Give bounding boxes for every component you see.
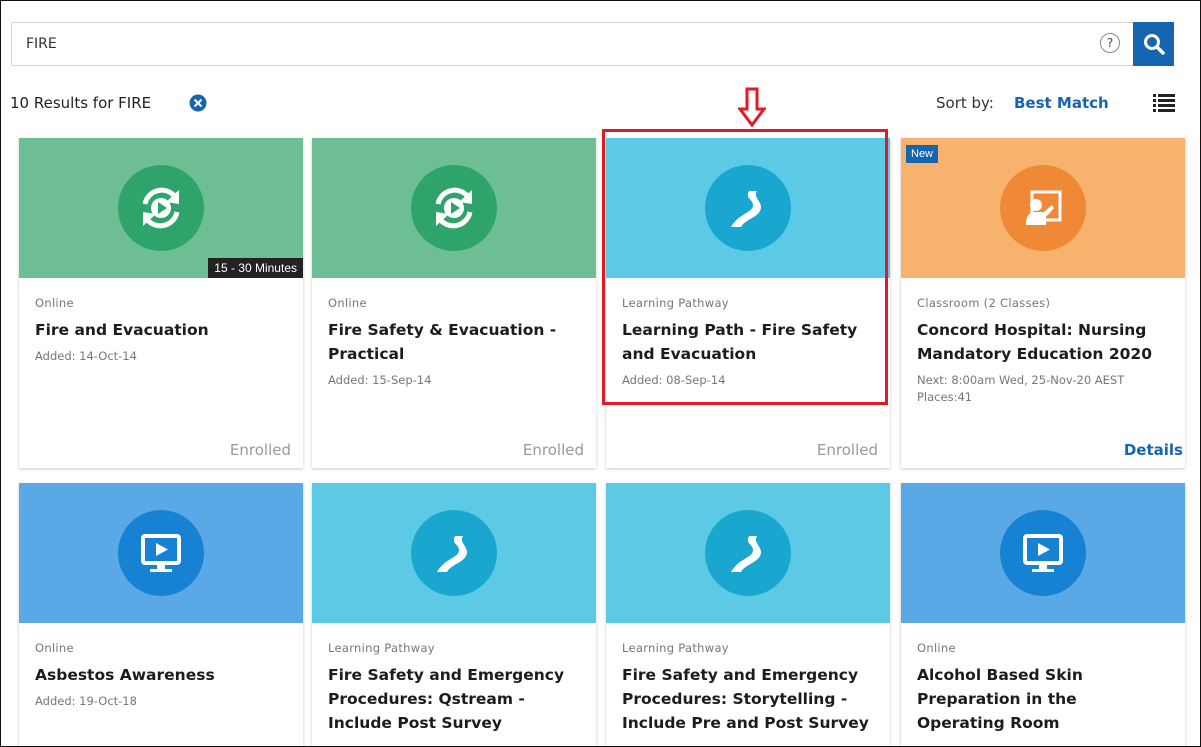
video-monitor-icon [118, 510, 204, 596]
course-card[interactable]: Learning Pathway Fire Safety and Emergen… [312, 483, 596, 746]
help-icon[interactable]: ? [1100, 33, 1120, 53]
details-link[interactable]: Details [1124, 441, 1183, 459]
results-summary: 10 Results for FIRE [10, 94, 152, 112]
card-type: Online [35, 641, 74, 655]
search-input[interactable] [26, 32, 1076, 56]
card-type: Classroom (2 Classes) [917, 296, 1051, 310]
card-title[interactable]: Fire Safety and Emergency Procedures: St… [622, 663, 874, 735]
page-frame: ? 10 Results for FIRE Sort by: Best Matc… [0, 0, 1201, 747]
duration-badge: 15 - 30 Minutes [208, 258, 303, 278]
card-added-date: Added: 19-Oct-18 [35, 694, 137, 708]
enrolled-status: Enrolled [816, 441, 878, 459]
sort-label: Sort by: [936, 94, 994, 112]
card-type: Learning Pathway [622, 296, 729, 310]
card-thumbnail [312, 483, 596, 623]
card-type: Online [917, 641, 956, 655]
card-type: Learning Pathway [328, 641, 435, 655]
classroom-presenter-icon [1000, 165, 1086, 251]
course-card[interactable]: Online Asbestos Awareness Added: 19-Oct-… [19, 483, 303, 746]
sort-dropdown[interactable]: Best Match [1014, 94, 1109, 112]
pathway-road-icon [411, 510, 497, 596]
card-title[interactable]: Learning Path - Fire Safety and Evacuati… [622, 318, 874, 366]
search-button[interactable] [1133, 22, 1174, 66]
card-title[interactable]: Concord Hospital: Nursing Mandatory Educ… [917, 318, 1169, 366]
course-card[interactable]: Learning Pathway Learning Path - Fire Sa… [606, 138, 890, 468]
card-type: Learning Pathway [622, 641, 729, 655]
course-card[interactable]: 15 - 30 Minutes Online Fire and Evacuati… [19, 138, 303, 468]
card-title[interactable]: Alcohol Based Skin Preparation in the Op… [917, 663, 1169, 735]
card-places: Places:41 [917, 390, 973, 404]
list-view-icon[interactable] [1153, 93, 1175, 113]
course-card[interactable]: New Classroom (2 Classes) Concord Hospit… [901, 138, 1185, 468]
card-title[interactable]: Fire Safety and Emergency Procedures: Qs… [328, 663, 580, 735]
clear-search-icon[interactable] [189, 94, 207, 112]
enrolled-status: Enrolled [229, 441, 291, 459]
search-bar: ? [11, 22, 1174, 66]
card-added-date: Added: 14-Oct-14 [35, 349, 137, 363]
card-thumbnail: 15 - 30 Minutes [19, 138, 303, 278]
enrolled-status: Enrolled [522, 441, 584, 459]
card-thumbnail [312, 138, 596, 278]
replay-icon [118, 165, 204, 251]
card-next-session: Next: 8:00am Wed, 25-Nov-20 AEST [917, 373, 1125, 387]
search-icon [1143, 34, 1165, 55]
course-card[interactable]: Online Alcohol Based Skin Preparation in… [901, 483, 1185, 746]
course-card[interactable]: Learning Pathway Fire Safety and Emergen… [606, 483, 890, 746]
card-added-date: Added: 15-Sep-14 [328, 373, 432, 387]
pathway-road-icon [705, 510, 791, 596]
card-thumbnail [606, 138, 890, 278]
course-card[interactable]: Online Fire Safety & Evacuation - Practi… [312, 138, 596, 468]
card-title[interactable]: Fire Safety & Evacuation - Practical [328, 318, 580, 366]
card-type: Online [35, 296, 74, 310]
video-monitor-icon [1000, 510, 1086, 596]
card-type: Online [328, 296, 367, 310]
card-added-date: Added: 08-Sep-14 [622, 373, 726, 387]
card-thumbnail [19, 483, 303, 623]
card-thumbnail [606, 483, 890, 623]
card-thumbnail [901, 483, 1185, 623]
card-title[interactable]: Asbestos Awareness [35, 663, 287, 687]
new-badge: New [906, 145, 939, 163]
card-thumbnail: New [901, 138, 1185, 278]
pathway-road-icon [705, 165, 791, 251]
card-title[interactable]: Fire and Evacuation [35, 318, 287, 342]
replay-icon [411, 165, 497, 251]
annotation-arrow-icon [738, 87, 766, 127]
